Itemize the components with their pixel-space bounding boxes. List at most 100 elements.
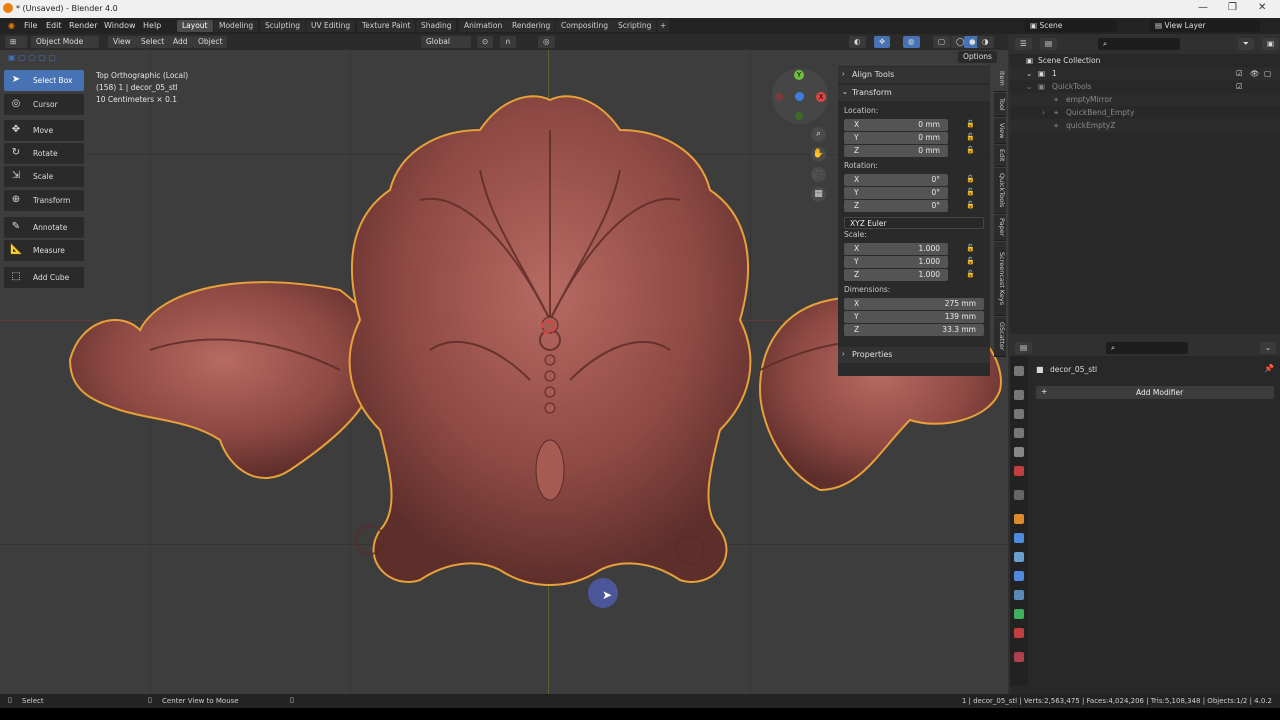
object-tab-icon[interactable] [1014, 514, 1024, 524]
tab-shading[interactable]: Shading [416, 20, 457, 32]
lock-icon[interactable]: 🔓 [966, 146, 976, 156]
select-mode-icons[interactable]: ▣ ▢ ▢ ▢ ▢ [8, 53, 56, 62]
menu-view[interactable]: View [108, 36, 136, 48]
tab-scripting[interactable]: Scripting [613, 20, 657, 32]
gizmo-neg-x-icon[interactable] [775, 93, 783, 101]
menu-object[interactable]: Object [193, 36, 228, 48]
dimensions-y-field[interactable]: Y 139 mm [844, 311, 984, 323]
minimize-icon[interactable]: — [1198, 2, 1208, 13]
outliner-root[interactable]: ▣ Scene Collection [1010, 54, 1280, 67]
new-collection-icon[interactable]: ▣ [1262, 38, 1280, 50]
tool-select-box[interactable]: ➤ Select Box [4, 70, 84, 91]
transform-header[interactable]: ⌄ Transform [838, 85, 990, 101]
tab-texture-paint[interactable]: Texture Paint [357, 20, 416, 32]
texture-tab-icon[interactable] [1014, 652, 1024, 662]
snap-icon[interactable]: ∩ [500, 36, 516, 48]
menu-help[interactable]: Help [143, 21, 161, 30]
options-button[interactable]: Options [958, 51, 997, 63]
outliner-item[interactable]: › ⌖ QuickBend_Empty [1010, 106, 1280, 119]
proportional-edit-icon[interactable]: ◎ [538, 36, 555, 48]
lock-icon[interactable]: 🔓 [966, 175, 976, 185]
location-x-field[interactable]: X 0 mm [844, 119, 948, 131]
tab-rendering[interactable]: Rendering [507, 20, 556, 32]
camera-view-icon[interactable]: 🎥 [811, 167, 826, 182]
tab-paper[interactable]: Paper [994, 215, 1006, 241]
lock-icon[interactable]: 🔓 [966, 201, 976, 211]
outliner-search-input[interactable]: ⌕ [1098, 38, 1180, 50]
tool-add-cube[interactable]: ⬚ Add Cube [4, 267, 84, 288]
eye-icon[interactable]: 👁 [1250, 69, 1260, 78]
tab-view[interactable]: View [994, 118, 1006, 144]
pivot-icon[interactable]: ⊙ [477, 36, 494, 48]
menu-add[interactable]: Add [168, 36, 193, 48]
pan-view-icon[interactable]: ✋ [811, 147, 826, 162]
scale-x-field[interactable]: X 1.000 [844, 243, 948, 255]
checkbox-icon[interactable]: ☑ [1236, 69, 1243, 78]
rotation-mode-dropdown[interactable]: XYZ Euler [844, 217, 984, 229]
scene-tab-icon[interactable] [1014, 447, 1024, 457]
properties-editor-icon[interactable]: ▤ [1015, 342, 1033, 354]
outliner-item[interactable]: ⌄ ▣ 1 ☑ 👁 ▢ [1010, 67, 1280, 80]
location-y-field[interactable]: Y 0 mm [844, 132, 948, 144]
add-workspace-button[interactable]: + [657, 20, 670, 32]
dimensions-z-field[interactable]: Z 33.3 mm [844, 324, 984, 336]
lock-icon[interactable]: 🔓 [966, 257, 976, 267]
transform-orientation-selector[interactable]: Global [421, 36, 471, 48]
tool-transform[interactable]: ⊕ Transform [4, 190, 84, 211]
tab-modeling[interactable]: Modeling [214, 20, 259, 32]
navigation-gizmo[interactable]: Y X [772, 68, 828, 124]
tool-cursor[interactable]: ◎ Cursor [4, 94, 84, 115]
physics-tab-icon[interactable] [1014, 571, 1024, 581]
properties-search-input[interactable]: ⌕ [1106, 342, 1188, 354]
tool-annotate[interactable]: ✎ Annotate [4, 217, 84, 238]
properties-options-icon[interactable]: ⌄ [1260, 342, 1277, 354]
xray-icon[interactable]: ▢ [933, 36, 951, 48]
tab-gscatter[interactable]: GScatter [994, 317, 1006, 357]
tool-rotate[interactable]: ↻ Rotate [4, 143, 84, 164]
tool-tab-icon[interactable] [1014, 366, 1024, 376]
checkbox-icon[interactable]: ☑ [1236, 82, 1243, 91]
constraints-tab-icon[interactable] [1014, 590, 1024, 600]
tab-compositing[interactable]: Compositing [556, 20, 614, 32]
gizmo-x-axis-icon[interactable]: X [816, 92, 826, 102]
modifier-tab-icon[interactable] [1014, 533, 1024, 543]
lock-icon[interactable]: 🔓 [966, 133, 976, 143]
3d-viewport[interactable]: ⊞ Object Mode View Select Add Object Glo… [0, 34, 1008, 694]
rotation-x-field[interactable]: X 0° [844, 174, 948, 186]
scale-z-field[interactable]: Z 1.000 [844, 269, 948, 281]
display-mode-icon[interactable]: ▤ [1040, 38, 1058, 50]
tool-scale[interactable]: ⇲ Scale [4, 166, 84, 187]
blender-menu-icon[interactable]: ◉ [8, 21, 15, 30]
world-tab-icon[interactable] [1014, 466, 1024, 476]
visibility-icon[interactable]: ◐ [849, 36, 866, 48]
material-tab-icon[interactable] [1014, 628, 1024, 638]
scene-selector[interactable]: ▣ Scene [1025, 20, 1117, 32]
overlay-toggle-icon[interactable]: ◍ [903, 36, 920, 48]
render-tab-icon[interactable] [1014, 390, 1024, 400]
tab-tool[interactable]: Tool [994, 93, 1006, 117]
outliner-item[interactable]: ⌖ quickEmptyZ [1010, 119, 1280, 132]
menu-select[interactable]: Select [136, 36, 170, 48]
material-shading-icon[interactable]: ◑ [977, 36, 994, 48]
lock-icon[interactable]: 🔓 [966, 188, 976, 198]
tab-animation[interactable]: Animation [459, 20, 508, 32]
tab-quicktools[interactable]: QuickTools [994, 168, 1006, 214]
add-modifier-button[interactable]: + Add Modifier [1036, 386, 1274, 399]
tab-item[interactable]: Item [994, 66, 1006, 92]
properties-header[interactable]: › Properties [838, 347, 990, 363]
filter-icon[interactable]: ⏷ [1238, 38, 1254, 50]
tab-uv-editing[interactable]: UV Editing [306, 20, 356, 32]
collection-tab-icon[interactable] [1014, 490, 1024, 500]
menu-edit[interactable]: Edit [46, 21, 62, 30]
tab-screencast-keys[interactable]: Screencast Keys [994, 242, 1006, 316]
pin-icon[interactable]: 📌 [1264, 364, 1274, 373]
outliner-editor-icon[interactable]: ☰ [1015, 38, 1032, 50]
outliner-item[interactable]: ⌄ ▣ QuickTools ☑ [1010, 80, 1280, 93]
gizmo-y-axis-icon[interactable]: Y [794, 70, 804, 80]
view-layer-tab-icon[interactable] [1014, 428, 1024, 438]
menu-file[interactable]: File [24, 21, 37, 30]
outliner-item[interactable]: ⌖ emptyMirror [1010, 93, 1280, 106]
align-tools-header[interactable]: › Align Tools [838, 67, 990, 83]
particles-tab-icon[interactable] [1014, 552, 1024, 562]
tab-edit[interactable]: Edit [994, 145, 1006, 167]
